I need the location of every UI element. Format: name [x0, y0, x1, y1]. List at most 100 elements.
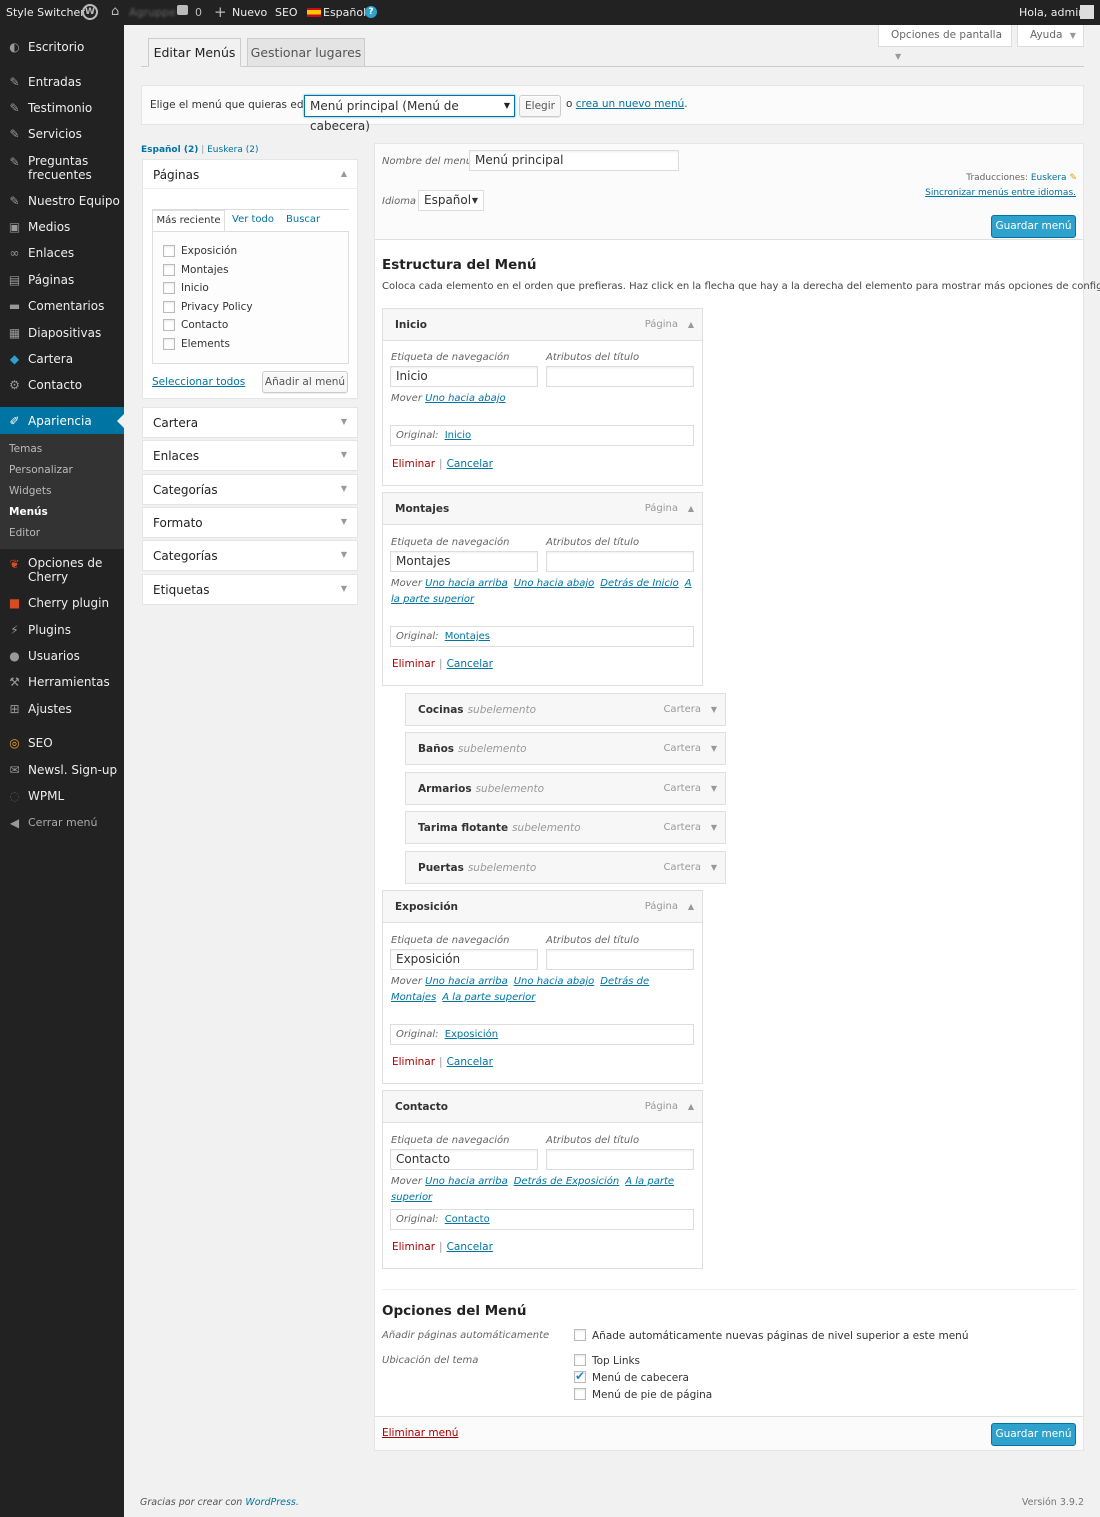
page-checkbox[interactable] [163, 282, 175, 294]
menu-item-contacto[interactable]: Contacto Página ▲ [382, 1090, 703, 1123]
menu-item-inicio[interactable]: Inicio Página ▲ [382, 308, 703, 341]
move-up-link[interactable]: Uno hacia arriba [425, 578, 508, 589]
user-greeting[interactable]: Hola, admin [1019, 6, 1085, 19]
chevron-down-icon[interactable]: ▼ [711, 823, 717, 832]
sidebar-item-dashboard[interactable]: ◐ Escritorio [0, 34, 124, 60]
accordion-format[interactable]: Formato ▼ [142, 507, 358, 538]
menu-item-montajes[interactable]: Montajes Página ▲ [382, 492, 703, 525]
submenu-customize[interactable]: Personalizar [9, 464, 73, 476]
tab-search[interactable]: Buscar [286, 214, 320, 225]
sidebar-item-wpml[interactable]: ◌ WPML [0, 783, 124, 809]
delete-item-link[interactable]: Eliminar [392, 1241, 435, 1253]
sidebar-item-team[interactable]: ✎ Nuestro Equipo [0, 188, 124, 214]
delete-item-link[interactable]: Eliminar [392, 1056, 435, 1068]
title-attr-input[interactable] [546, 366, 694, 387]
sidebar-item-slides[interactable]: ▦ Diapositivas [0, 320, 124, 346]
title-attr-input[interactable] [546, 1149, 694, 1170]
nav-label-input[interactable]: Contacto [390, 1149, 538, 1170]
menu-subitem-puertas[interactable]: Puertas subelemento Cartera ▼ [405, 851, 726, 884]
original-link[interactable]: Inicio [445, 430, 471, 441]
style-switcher-link[interactable]: Style Switcher [6, 6, 85, 19]
screen-options-button[interactable]: Opciones de pantalla ▼ [878, 25, 1012, 61]
cancel-link[interactable]: Cancelar [447, 1241, 493, 1253]
accordion-tags[interactable]: Etiquetas ▼ [142, 574, 358, 605]
create-new-menu-link[interactable]: crea un nuevo menú [576, 98, 684, 110]
accordion-portfolio[interactable]: Cartera ▼ [142, 407, 358, 438]
move-up-link[interactable]: Uno hacia arriba [425, 1176, 508, 1187]
page-checkbox[interactable] [163, 338, 175, 350]
pages-metabox-header[interactable]: Páginas ▲ [143, 160, 357, 189]
sidebar-item-services[interactable]: ✎ Servicios [0, 121, 124, 147]
chevron-up-icon[interactable]: ▲ [688, 1102, 694, 1111]
move-down-link[interactable]: Uno hacia abajo [514, 578, 595, 589]
chevron-down-icon[interactable]: ▼ [711, 863, 717, 872]
comments-icon[interactable] [177, 5, 188, 15]
language-switcher[interactable]: Español [323, 6, 366, 19]
sidebar-item-settings[interactable]: ⊞ Ajustes [0, 696, 124, 722]
accordion-categories[interactable]: Categorías ▼ [142, 474, 358, 505]
sidebar-item-portfolio[interactable]: ◆ Cartera [0, 346, 124, 372]
move-down-link[interactable]: Uno hacia abajo [425, 393, 506, 404]
submenu-themes[interactable]: Temas [9, 443, 42, 455]
accordion-links[interactable]: Enlaces ▼ [142, 440, 358, 471]
lang-eu-link[interactable]: Euskera (2) [207, 145, 258, 155]
save-menu-button-bottom[interactable]: Guardar menú [991, 1423, 1076, 1446]
chevron-up-icon[interactable]: ▲ [341, 169, 347, 178]
original-link[interactable]: Exposición [445, 1029, 498, 1040]
submenu-menus[interactable]: Menús [9, 506, 48, 518]
page-checkbox[interactable] [163, 264, 175, 276]
wordpress-logo-icon[interactable]: W [82, 4, 98, 20]
sidebar-item-media[interactable]: ▣ Medios [0, 214, 124, 240]
add-to-menu-button[interactable]: Añadir al menú [262, 371, 348, 393]
move-under-link[interactable]: Detrás de Exposición [514, 1176, 620, 1187]
original-link[interactable]: Montajes [445, 631, 490, 642]
move-under-link[interactable]: Detrás de Inicio [600, 578, 679, 589]
sidebar-item-users[interactable]: ● Usuarios [0, 643, 124, 669]
submenu-widgets[interactable]: Widgets [9, 485, 51, 497]
chevron-up-icon[interactable]: ▲ [688, 504, 694, 513]
collapse-menu-button[interactable]: ◀ Cerrar menú [0, 810, 124, 836]
page-checkbox[interactable] [163, 245, 175, 257]
nav-label-input[interactable]: Montajes [390, 551, 538, 572]
original-link[interactable]: Contacto [445, 1214, 490, 1225]
comments-count[interactable]: 0 [195, 6, 202, 19]
sync-menus-link[interactable]: Sincronizar menús entre idiomas. [925, 188, 1076, 198]
title-attr-input[interactable] [546, 949, 694, 970]
menu-item-exposicion[interactable]: Exposición Página ▲ [382, 890, 703, 923]
move-top-link[interactable]: A la parte superior [442, 992, 535, 1003]
title-attr-input[interactable] [546, 551, 694, 572]
tab-view-all[interactable]: Ver todo [232, 214, 274, 225]
chevron-up-icon[interactable]: ▲ [688, 320, 694, 329]
tab-manage-locations[interactable]: Gestionar lugares [247, 38, 365, 66]
menu-select[interactable]: Menú principal (Menú de cabecera) ▼ [304, 95, 515, 133]
pencil-icon[interactable]: ✎ [1069, 173, 1077, 183]
sidebar-item-newsletter[interactable]: ✉ Newsl. Sign-up [0, 757, 124, 783]
cancel-link[interactable]: Cancelar [447, 658, 493, 670]
menu-name-input[interactable]: Menú principal [469, 150, 679, 171]
menu-subitem-armarios[interactable]: Armarios subelemento Cartera ▼ [405, 772, 726, 805]
location-header-checkbox[interactable]: ✔ [574, 1369, 586, 1383]
sidebar-item-posts[interactable]: ✎ Entradas [0, 69, 124, 95]
select-all-link[interactable]: Seleccionar todos [152, 376, 245, 388]
menu-subitem-tarima[interactable]: Tarima flotante subelemento Cartera ▼ [405, 811, 726, 844]
nav-label-input[interactable]: Exposición [390, 949, 538, 970]
new-content-link[interactable]: Nuevo [232, 6, 267, 19]
cancel-link[interactable]: Cancelar [447, 458, 493, 470]
sidebar-item-tools[interactable]: ⚒ Herramientas [0, 669, 124, 695]
avatar[interactable] [1080, 5, 1094, 19]
tab-edit-menus[interactable]: Editar Menús [148, 38, 241, 67]
sidebar-item-faq[interactable]: ✎ Preguntas frecuentes [0, 153, 124, 183]
translation-euskera-link[interactable]: Euskera [1031, 173, 1067, 183]
sidebar-item-testimonial[interactable]: ✎ Testimonio [0, 95, 124, 121]
chevron-down-icon[interactable]: ▼ [711, 744, 717, 753]
sidebar-item-plugins[interactable]: ⚡ Plugins [0, 617, 124, 643]
submenu-editor[interactable]: Editor [9, 527, 40, 539]
page-checkbox[interactable] [163, 319, 175, 331]
help-icon[interactable]: ? [365, 6, 377, 18]
menu-subitem-banos[interactable]: Baños subelemento Cartera ▼ [405, 732, 726, 765]
seo-link[interactable]: SEO [275, 6, 298, 19]
page-checkbox[interactable] [163, 301, 175, 313]
location-top-links-checkbox[interactable] [574, 1354, 586, 1366]
sidebar-item-appearance[interactable]: ✐ Apariencia [0, 407, 124, 434]
move-up-link[interactable]: Uno hacia arriba [425, 976, 508, 987]
